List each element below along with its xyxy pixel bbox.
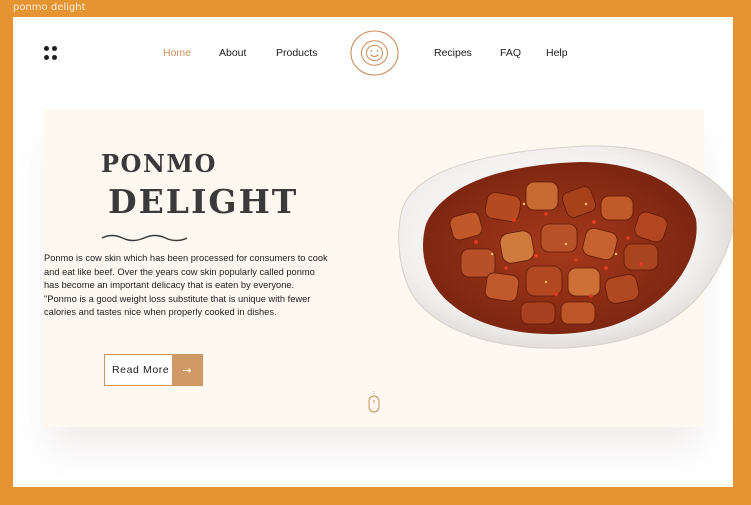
nav-help[interactable]: Help — [546, 47, 568, 59]
hero-description: Ponmo is cow skin which has been process… — [44, 252, 392, 320]
nav-about[interactable]: About — [219, 47, 246, 59]
hero-title-line2: DELIGHT — [108, 182, 299, 221]
read-more-label: Read More — [112, 364, 170, 376]
nav-products[interactable]: Products — [276, 47, 317, 59]
read-more-button[interactable]: Read More → — [104, 354, 203, 386]
squiggle-divider-icon — [101, 234, 187, 242]
grid-dots-icon[interactable] — [44, 46, 58, 60]
window-title: ponmo delight — [13, 2, 86, 13]
hero-section: PONMO DELIGHT Ponmo is cow skin which ha… — [44, 110, 733, 427]
description-line: and eat like beef. Over the years cow sk… — [44, 266, 315, 277]
dot — [52, 46, 57, 51]
dot — [44, 46, 49, 51]
mouse-scroll-icon[interactable] — [367, 390, 381, 414]
nav-recipes[interactable]: Recipes — [434, 47, 472, 59]
arrow-right-icon: → — [172, 355, 202, 385]
dot — [44, 54, 49, 60]
nav-faq[interactable]: FAQ — [500, 47, 521, 59]
nav-home[interactable]: Home — [163, 47, 191, 59]
description-line: has become an important delicacy that is… — [44, 280, 295, 291]
description-line: Ponmo is cow skin which has been process… — [44, 253, 328, 263]
description-line: "Ponmo is a good weight loss substitute … — [44, 293, 311, 304]
smiley-icon[interactable] — [350, 30, 399, 76]
hero-title-line1: PONMO — [101, 149, 217, 178]
ponmo-dish-image — [398, 145, 733, 349]
page: Home About Products Recipes FAQ Help PON… — [13, 17, 733, 487]
dot — [52, 54, 57, 60]
description-line: calories and tastes nice when properly c… — [44, 307, 277, 318]
